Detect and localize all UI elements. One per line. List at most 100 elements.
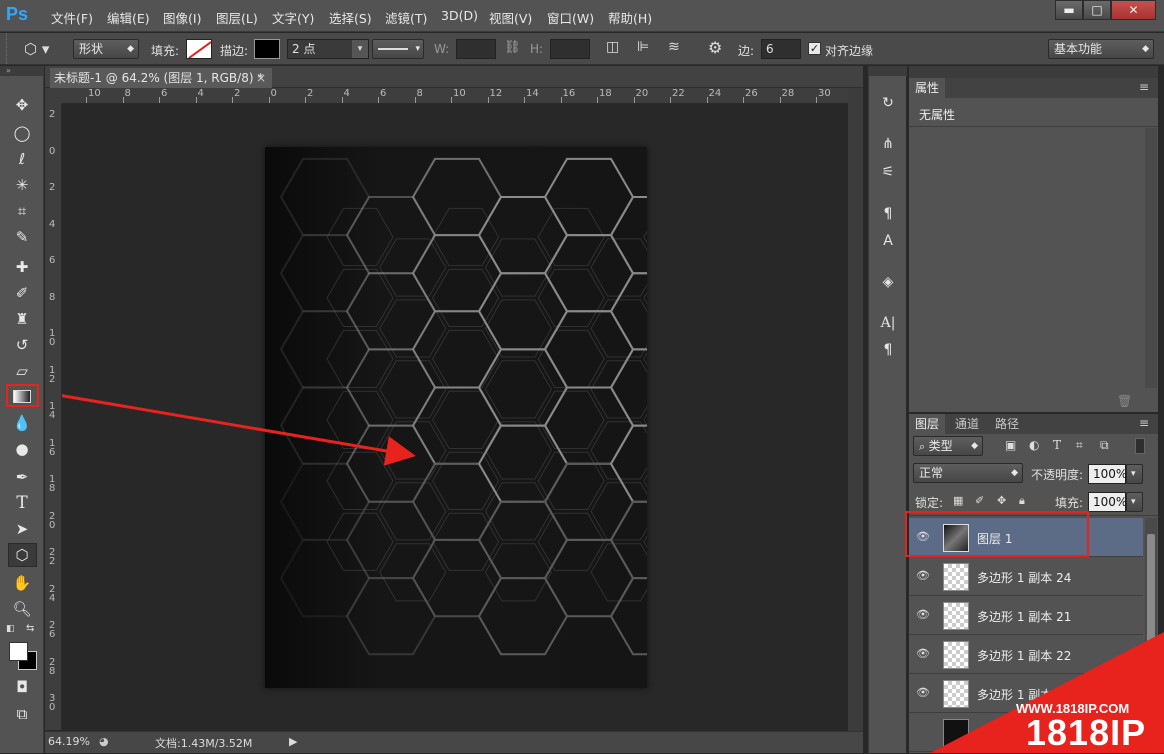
filter-type-icon[interactable]: T: [1053, 438, 1061, 452]
magic-wand-tool-icon[interactable]: ✳: [10, 174, 34, 196]
path-operations-icon[interactable]: ◫: [606, 39, 626, 59]
layer-row-1[interactable]: 👁︎ 图层 1: [909, 518, 1143, 557]
blend-mode-select[interactable]: 正常 ◆: [913, 463, 1023, 483]
quick-mask-icon[interactable]: ◘: [10, 676, 34, 698]
menu-filter[interactable]: 滤镜(T): [385, 8, 427, 27]
lasso-tool-icon[interactable]: ℓ: [10, 148, 34, 170]
stroke-swatch[interactable]: [254, 39, 280, 59]
history-panel-icon[interactable]: ↻: [877, 93, 899, 113]
path-selection-tool-icon[interactable]: ➤: [10, 518, 34, 540]
opacity-slider-button[interactable]: ▾: [1126, 464, 1143, 484]
eraser-tool-icon[interactable]: ▱: [10, 360, 34, 382]
lock-transparent-icon[interactable]: ▦: [953, 494, 963, 507]
properties-tab[interactable]: 属性: [909, 78, 946, 98]
dodge-tool-icon[interactable]: ●: [10, 438, 34, 460]
type-tool-icon[interactable]: T: [10, 492, 34, 514]
menu-layer[interactable]: 图层(L): [216, 8, 258, 27]
layers-menu-icon[interactable]: ≡: [1139, 416, 1149, 430]
stroke-width-field[interactable]: 2 点 ▾: [287, 39, 369, 59]
polygon-tool-icon[interactable]: ⬡: [10, 544, 34, 566]
vertical-ruler[interactable]: 2 0 2 4 6 8 10 12 14 16 18 20 22 24 26 28 30: [45, 104, 62, 730]
menu-3d[interactable]: 3D(D): [441, 8, 478, 23]
shape-mode-select[interactable]: 形状 ◆: [73, 39, 139, 59]
hand-tool-icon[interactable]: ✋: [10, 572, 34, 594]
document-close-icon[interactable]: ×: [256, 68, 266, 88]
menu-select[interactable]: 选择(S): [329, 8, 372, 27]
filter-toggle[interactable]: [1135, 438, 1145, 454]
opacity-field[interactable]: 100%: [1088, 464, 1127, 484]
fill-slider-button[interactable]: ▾: [1126, 492, 1143, 512]
menu-view[interactable]: 视图(V): [489, 8, 532, 27]
paragraph-styles-icon[interactable]: ¶: [877, 204, 899, 224]
trash-icon[interactable]: 🗑: [1117, 394, 1132, 408]
filter-pixel-icon[interactable]: ▣: [1005, 438, 1016, 452]
height-field[interactable]: [550, 39, 590, 59]
workspace-select[interactable]: 基本功能 ◆: [1048, 39, 1154, 59]
properties-scrollbar[interactable]: [1145, 128, 1157, 388]
gear-icon[interactable]: ⚙: [708, 38, 730, 60]
status-menu-arrow-icon[interactable]: ▶: [289, 735, 297, 748]
filter-shape-icon[interactable]: ⌗: [1076, 438, 1083, 453]
layer-row-3[interactable]: 👁︎ 多边形 1 副本 21: [909, 596, 1143, 635]
canvas-vertical-scrollbar[interactable]: [848, 88, 863, 731]
marquee-tool-icon[interactable]: ◯: [10, 122, 34, 144]
menu-image[interactable]: 图像(I): [163, 8, 201, 27]
visibility-eye-icon[interactable]: 👁︎: [915, 568, 931, 584]
menu-type[interactable]: 文字(Y): [272, 8, 314, 27]
polygon-tool-preset-icon[interactable]: ⬡ ▾: [24, 39, 60, 59]
lock-all-icon[interactable]: 🔒︎: [1019, 494, 1025, 508]
document-tab[interactable]: 未标题-1 @ 64.2% (图层 1, RGB/8) * ×: [50, 68, 272, 88]
visibility-eye-icon[interactable]: 👁︎: [915, 607, 931, 623]
tab-channels[interactable]: 通道: [949, 414, 985, 434]
layer-name[interactable]: 多边形 1 副本 21: [977, 608, 1071, 625]
blur-tool-icon[interactable]: 💧: [10, 412, 34, 434]
swap-colors-icon[interactable]: ⇆: [26, 623, 38, 635]
character-panel-icon[interactable]: A|: [877, 313, 899, 333]
sides-field[interactable]: 6: [761, 39, 801, 59]
tab-layers[interactable]: 图层: [909, 414, 946, 434]
tab-paths[interactable]: 路径: [989, 414, 1025, 434]
zoom-tool-icon[interactable]: 🔍︎: [10, 598, 34, 620]
healing-brush-tool-icon[interactable]: ✚: [10, 256, 34, 278]
filter-adjustment-icon[interactable]: ◐: [1029, 438, 1039, 452]
tools-panel-collapse-icon[interactable]: »: [0, 66, 44, 76]
menu-edit[interactable]: 编辑(E): [107, 8, 150, 27]
adjustments-icon[interactable]: ⚟: [877, 162, 899, 182]
gradient-tool-icon[interactable]: [10, 386, 34, 408]
brush-tool-icon[interactable]: ✐: [10, 282, 34, 304]
default-colors-icon[interactable]: ◧: [6, 624, 16, 634]
fill-field[interactable]: 100%: [1088, 492, 1127, 512]
brush-presets-icon[interactable]: ⋔: [877, 134, 899, 154]
move-tool-icon[interactable]: ✥: [10, 94, 34, 116]
path-arrangement-icon[interactable]: ≋: [668, 39, 688, 59]
clone-stamp-tool-icon[interactable]: ♜: [10, 308, 34, 330]
paragraph-panel-icon[interactable]: ¶: [877, 340, 899, 360]
eyedropper-tool-icon[interactable]: ✎: [10, 226, 34, 248]
horizontal-ruler[interactable]: 10 8 6 4 2 0 2 4 6 8 10 12 14 16 18 20 22 24 26 28 30: [62, 88, 848, 104]
history-brush-tool-icon[interactable]: ↺: [10, 334, 34, 356]
visibility-eye-icon[interactable]: 👁︎: [915, 685, 931, 701]
crop-tool-icon[interactable]: ⌗: [10, 200, 34, 222]
properties-menu-icon[interactable]: ≡: [1139, 80, 1149, 94]
layer-row-2[interactable]: 👁︎ 多边形 1 副本 24: [909, 557, 1143, 596]
pen-tool-icon[interactable]: ✒: [10, 466, 34, 488]
width-field[interactable]: [456, 39, 496, 59]
minimize-button[interactable]: ▬: [1055, 0, 1083, 20]
menu-file[interactable]: 文件(F): [51, 8, 93, 27]
ruler-origin[interactable]: [45, 88, 62, 104]
align-edges-checkbox[interactable]: ✓: [808, 42, 821, 55]
menu-help[interactable]: 帮助(H): [608, 8, 652, 27]
layer-name[interactable]: 多边形 1 副本 24: [977, 569, 1071, 586]
visibility-eye-icon[interactable]: 👁︎: [915, 646, 931, 662]
lock-image-icon[interactable]: ✐: [975, 494, 984, 507]
status-share-icon[interactable]: ◕: [99, 735, 109, 748]
filter-smart-object-icon[interactable]: ⧉: [1100, 438, 1109, 453]
3d-panel-icon[interactable]: ◈: [877, 272, 899, 292]
close-button[interactable]: ✕: [1111, 0, 1156, 20]
foreground-color-swatch[interactable]: [9, 642, 28, 661]
menu-window[interactable]: 窗口(W): [547, 8, 594, 27]
layer-name[interactable]: 图层 1: [977, 530, 1012, 547]
stroke-type-select[interactable]: ▾: [372, 39, 424, 59]
visibility-eye-icon[interactable]: 👁︎: [915, 529, 931, 545]
lock-position-icon[interactable]: ✥: [997, 494, 1006, 507]
